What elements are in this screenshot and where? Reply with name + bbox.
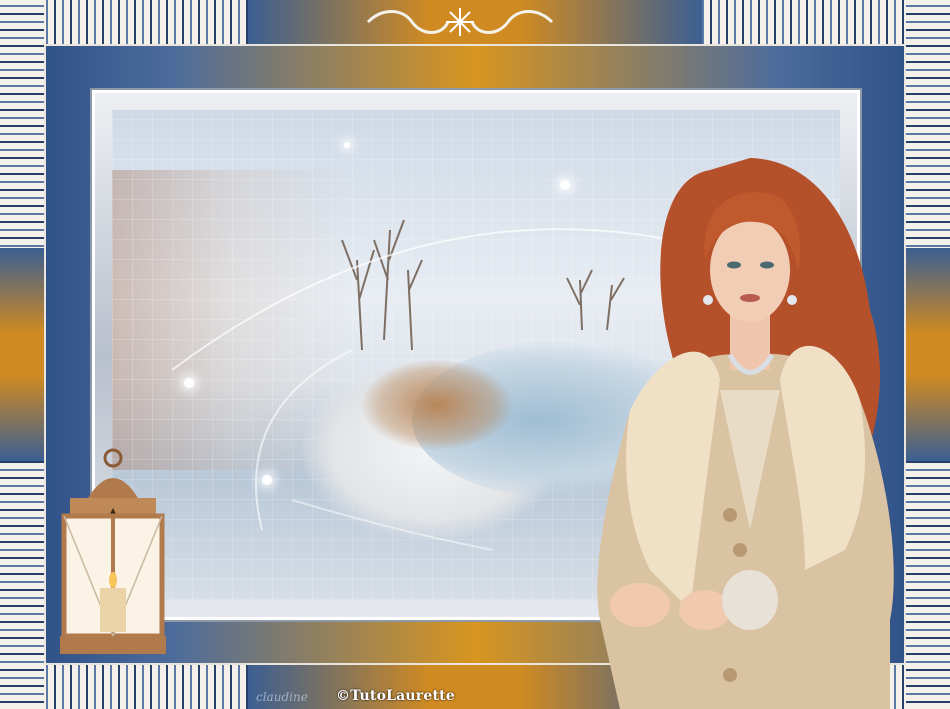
sparkle — [344, 142, 350, 148]
artwork-canvas: claudine ©TutoLaurette — [0, 0, 950, 709]
lantern-icon — [60, 448, 166, 654]
snowflake-icon — [446, 8, 474, 36]
copyright-credit: ©TutoLaurette — [336, 688, 455, 704]
sparkle — [262, 475, 272, 485]
artist-signature: claudine — [256, 690, 308, 704]
woman-in-fur-coat — [597, 158, 894, 709]
sparkle — [560, 180, 570, 190]
sparkle — [184, 378, 194, 388]
candle-icon — [100, 588, 126, 632]
frame-right-gradient — [906, 248, 950, 461]
frame-left-gradient — [0, 248, 44, 461]
ornament-flourish-icon — [366, 8, 554, 36]
